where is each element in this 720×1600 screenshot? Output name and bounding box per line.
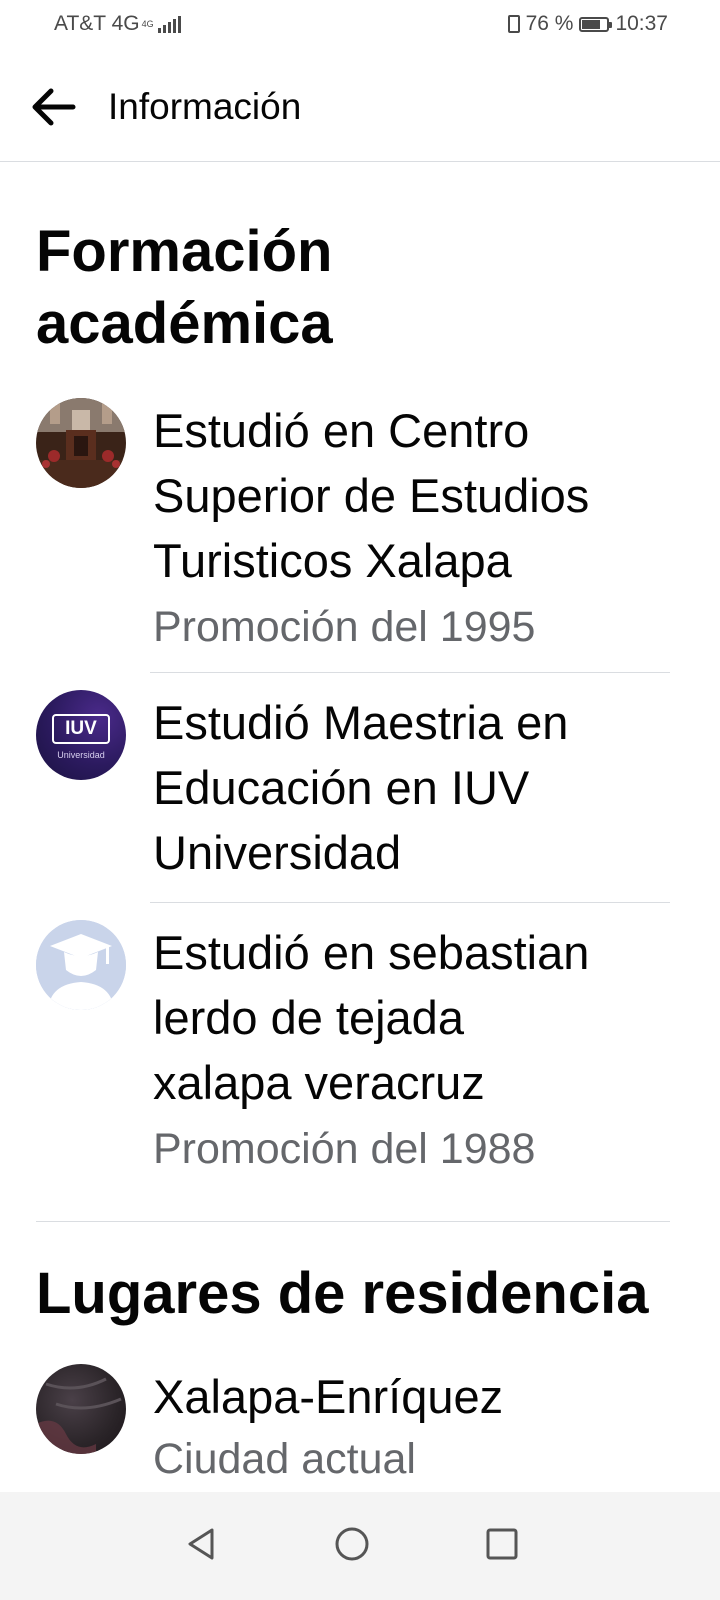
signal-icon <box>157 15 181 33</box>
divider <box>150 672 670 673</box>
graduate-placeholder-icon <box>36 920 126 1010</box>
title-line: Estudió Maestria en <box>153 696 569 749</box>
title-line: Educación en IUV <box>153 761 530 814</box>
education-item-title: Estudió Maestria en Educación en IUV Uni… <box>153 690 693 885</box>
nav-back-button[interactable] <box>172 1514 232 1574</box>
title-line: xalapa veracruz <box>153 1056 485 1109</box>
church-interior-photo <box>36 398 126 488</box>
nav-recents-button[interactable] <box>472 1514 532 1574</box>
arrow-left-icon <box>32 88 76 126</box>
section-title-line: académica <box>36 291 333 356</box>
education-item-text: Estudió en sebastian lerdo de tejada xal… <box>153 920 693 1179</box>
education-item-title: Estudió en Centro Superior de Estudios T… <box>153 398 693 593</box>
nav-home-icon <box>335 1527 369 1561</box>
title-line: Turisticos Xalapa <box>153 534 512 587</box>
iuv-logo: IUV Universidad <box>36 690 126 780</box>
education-item-subtitle: Promoción del 1995 <box>153 603 536 651</box>
section-title-education: Formación académica <box>36 216 333 360</box>
status-right: 76 % 10:37 <box>507 12 668 36</box>
title-line: Estudió en sebastian <box>153 926 590 979</box>
nav-home-button[interactable] <box>322 1514 382 1574</box>
nav-recents-icon <box>486 1528 518 1560</box>
education-item-text: Estudió en Centro Superior de Estudios T… <box>153 398 693 657</box>
education-item-text: Estudió Maestria en Educación en IUV Uni… <box>153 690 693 885</box>
city-photo <box>36 1364 126 1454</box>
back-button[interactable] <box>28 82 78 132</box>
page-title: Información <box>108 86 302 127</box>
divider <box>150 902 670 903</box>
title-line: lerdo de tejada <box>153 991 464 1044</box>
title-line: Estudió en Centro <box>153 404 530 457</box>
vibrate-icon <box>507 15 520 33</box>
education-item-subtitle: Promoción del 1988 <box>153 1125 536 1173</box>
residence-item-subtitle: Ciudad actual <box>153 1435 416 1483</box>
section-title-residence: Lugares de residencia <box>36 1261 649 1326</box>
clock: 10:37 <box>615 12 668 35</box>
carrier-label: AT&T 4G <box>54 12 140 35</box>
residence-item-text: Xalapa-Enríquez Ciudad actual <box>153 1364 693 1489</box>
section-title-line: Formación <box>36 219 333 284</box>
nav-back-icon <box>188 1528 214 1560</box>
residence-item-title: Xalapa-Enríquez <box>153 1370 504 1423</box>
app-header: Información <box>0 58 720 162</box>
education-item-title: Estudió en sebastian lerdo de tejada xal… <box>153 920 693 1115</box>
status-left: AT&T 4G 4G <box>54 12 181 36</box>
iuv-logo-subtext: Universidad <box>57 750 105 760</box>
section-divider <box>36 1221 670 1222</box>
network-badge: 4G <box>141 18 154 29</box>
title-line: Universidad <box>153 826 402 879</box>
system-nav-bar <box>0 1492 720 1600</box>
title-line: Superior de Estudios <box>153 469 590 522</box>
battery-percent: 76 % <box>525 12 574 35</box>
iuv-logo-text: IUV <box>52 714 110 744</box>
battery-icon <box>579 16 613 32</box>
status-bar: AT&T 4G 4G 76 % 10:37 <box>0 0 720 48</box>
